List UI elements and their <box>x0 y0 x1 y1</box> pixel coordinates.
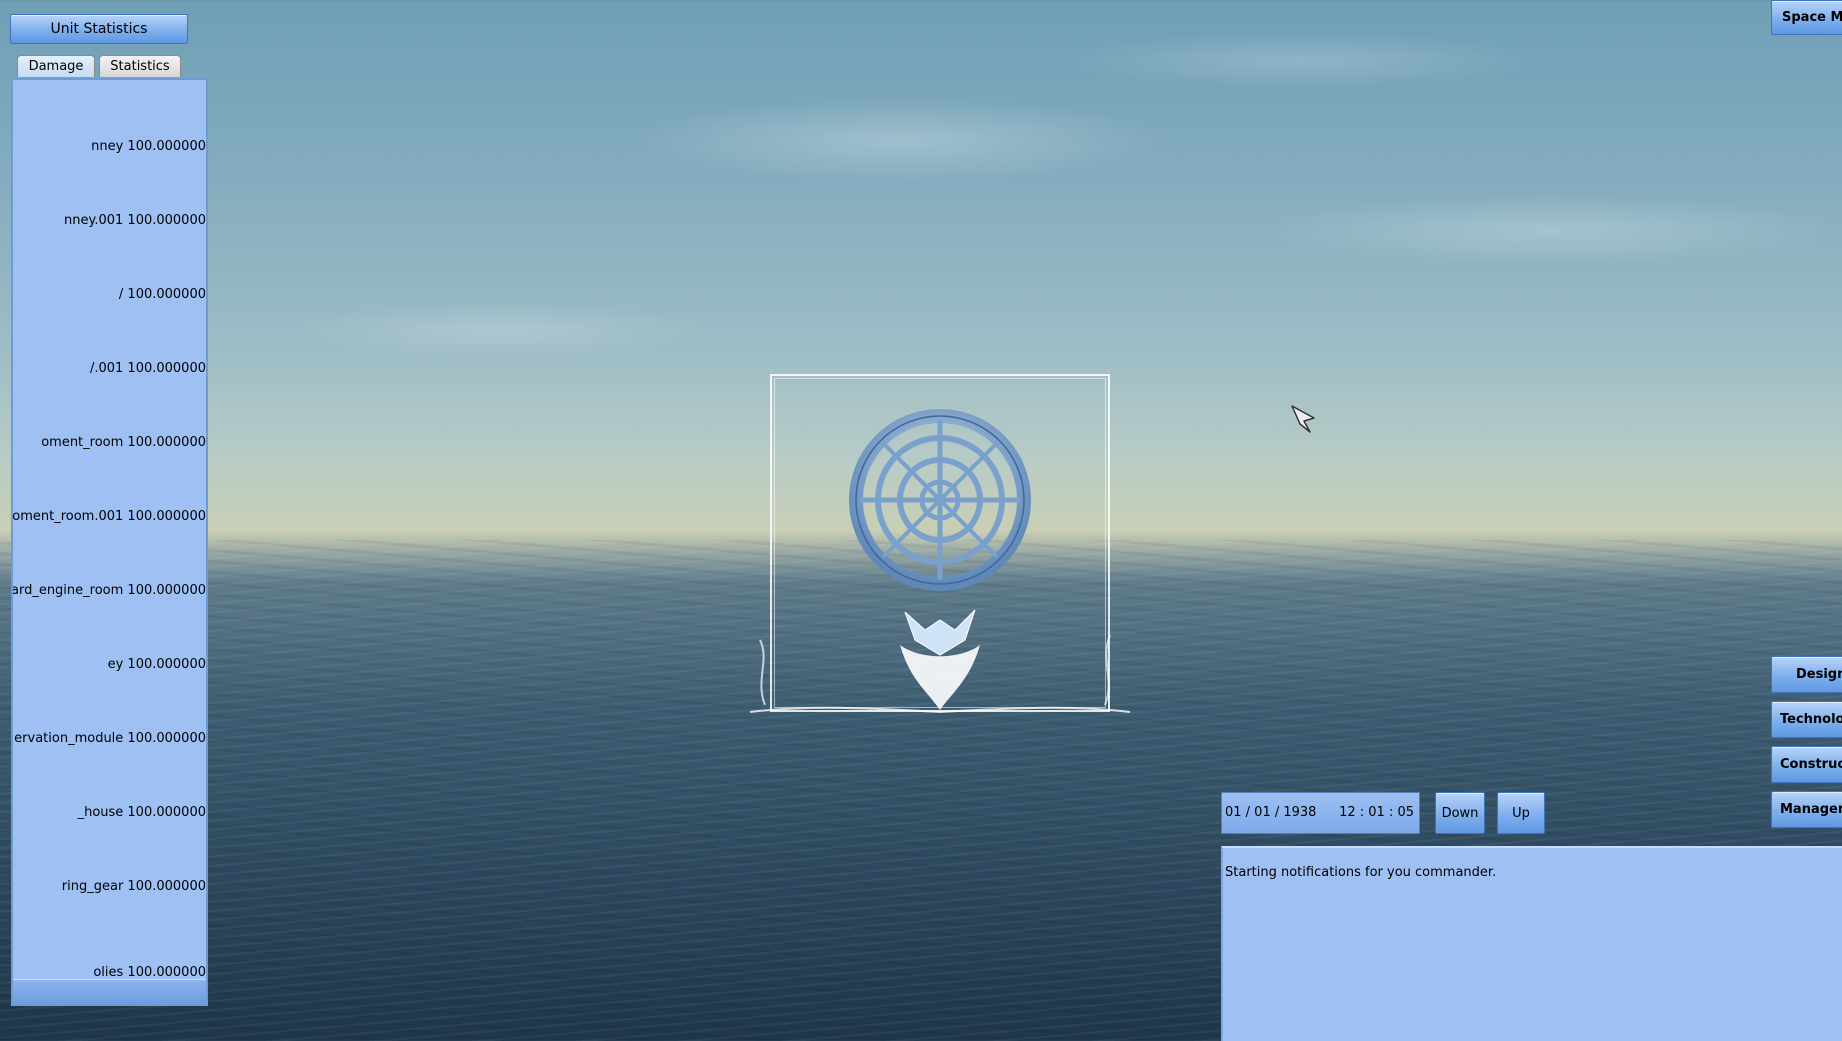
notification-message: Starting notifications for you commander… <box>1225 865 1497 880</box>
damage-row: ervation_module 100.000000 <box>14 731 206 746</box>
damage-row: _house 100.000000 <box>77 805 206 820</box>
notifications-panel[interactable]: Starting notifications for you commander… <box>1221 846 1842 1041</box>
game-date: 01 / 01 / 1938 <box>1225 805 1317 820</box>
targeting-reticle-icon[interactable] <box>848 408 1032 592</box>
damage-list-panel[interactable]: nney 100.000000 nney.001 100.000000 / 10… <box>11 78 208 1006</box>
unit-statistics-button[interactable]: Unit Statistics <box>10 14 188 44</box>
damage-row: / 100.000000 <box>118 287 206 302</box>
damage-row: oment_room.001 100.000000 <box>13 509 206 524</box>
game-clock: 01 / 01 / 1938 12 : 01 : 05 <box>1221 792 1420 834</box>
damage-row: ard_engine_room 100.000000 <box>13 583 206 598</box>
design-button[interactable]: Design <box>1771 656 1842 693</box>
damage-row: ring_gear 100.000000 <box>61 879 206 894</box>
ship-splash-icon <box>750 609 1130 714</box>
time-down-button[interactable]: Down <box>1435 792 1485 834</box>
damage-row: ey 100.000000 <box>107 657 206 672</box>
damage-row: nney.001 100.000000 <box>64 213 206 228</box>
tab-damage[interactable]: Damage <box>17 55 95 77</box>
damage-row: oment_room 100.000000 <box>41 435 206 450</box>
damage-row: /.001 100.000000 <box>89 361 206 376</box>
game-time: 12 : 01 : 05 <box>1339 805 1414 820</box>
damage-panel-footer <box>13 979 206 1004</box>
time-up-button[interactable]: Up <box>1497 792 1545 834</box>
technology-button[interactable]: Technolog <box>1771 701 1842 738</box>
mouse-cursor-icon <box>1291 405 1315 433</box>
space-map-button[interactable]: Space Ma <box>1771 0 1842 35</box>
damage-row: nney 100.000000 <box>91 139 206 154</box>
management-button[interactable]: Manageme <box>1771 791 1842 828</box>
tab-statistics[interactable]: Statistics <box>99 55 181 77</box>
construction-button[interactable]: Constructi <box>1771 746 1842 783</box>
